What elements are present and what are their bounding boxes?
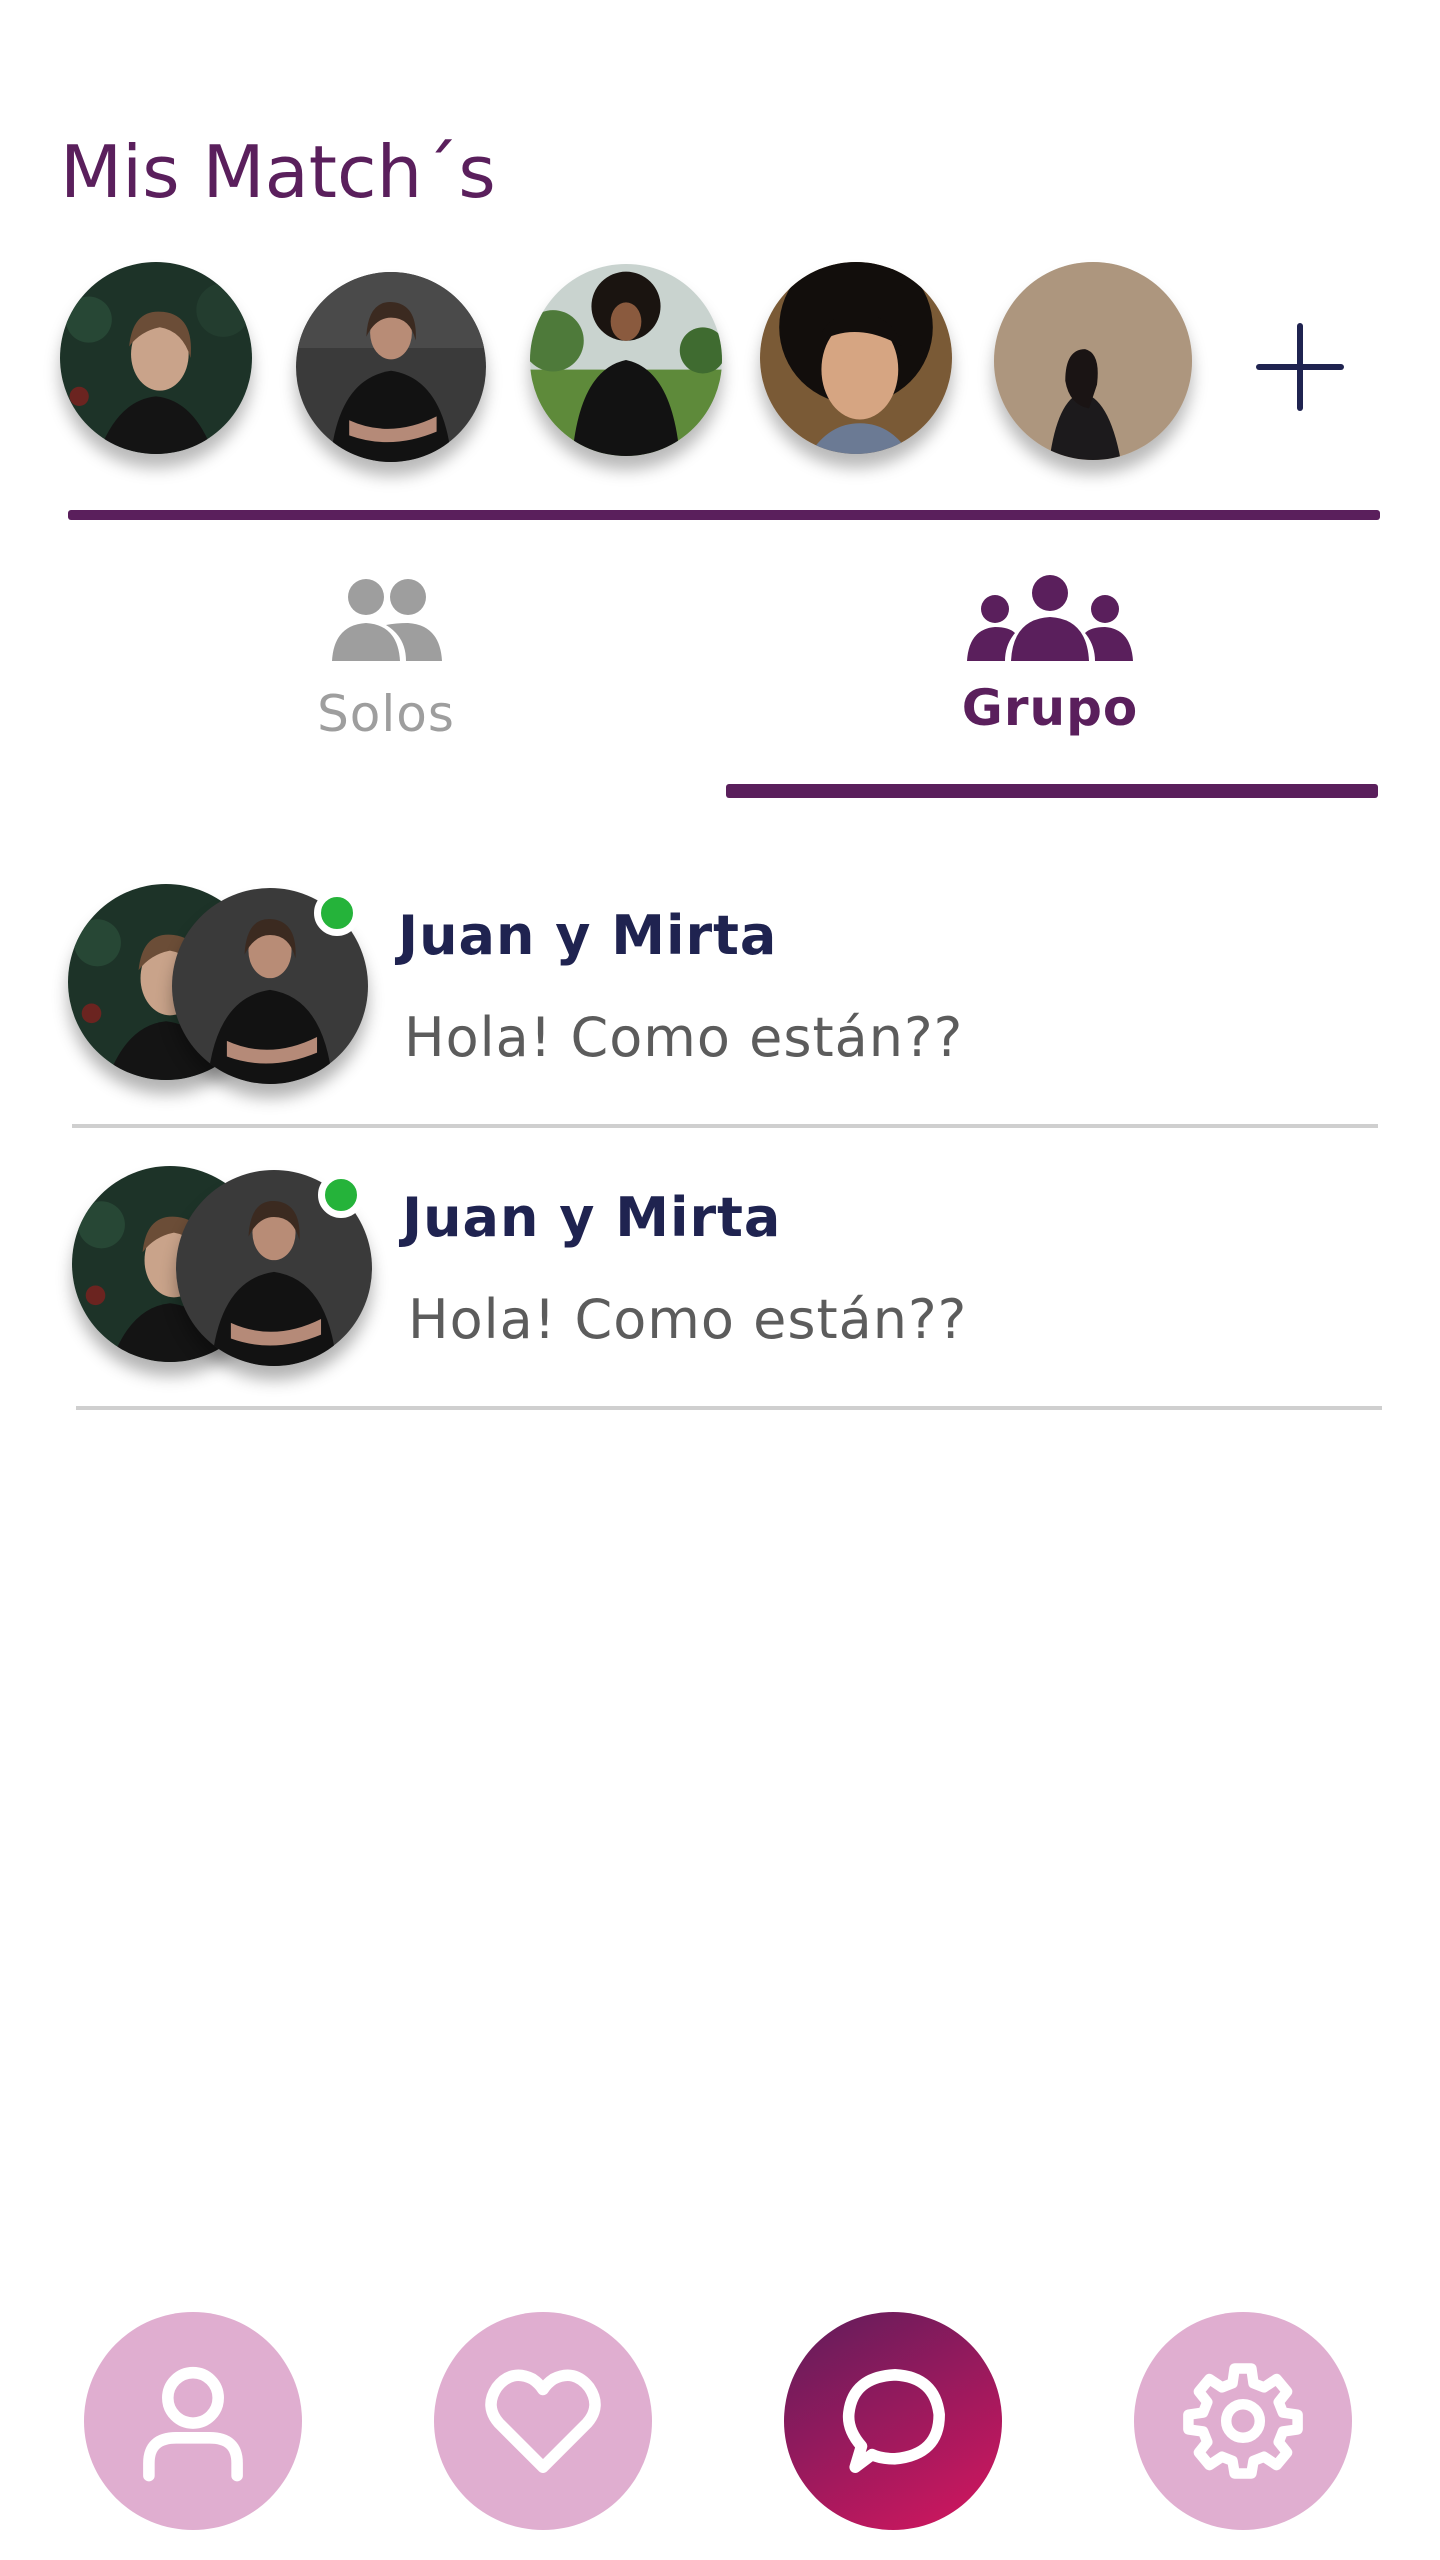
matches-divider (68, 510, 1380, 520)
tab-grupo-label: Grupo (961, 679, 1139, 737)
match-photo-1 (60, 262, 252, 454)
match-avatar-5[interactable] (994, 262, 1192, 460)
active-tab-indicator (726, 784, 1378, 798)
chat-name: Juan y Mirta (398, 904, 778, 967)
nav-profile-button[interactable] (84, 2312, 302, 2530)
matches-strip (0, 0, 1440, 520)
chat-avatar-pair (68, 884, 388, 1094)
two-people-icon (332, 579, 442, 661)
chat-last-message: Hola! Como están?? (404, 1006, 964, 1069)
match-avatar-4[interactable] (760, 262, 952, 454)
chat-row[interactable]: Juan y Mirta Hola! Como están?? (68, 884, 1380, 1128)
plus-icon (1256, 323, 1344, 411)
match-photo-2 (296, 272, 486, 462)
chat-bubble-icon (842, 2369, 945, 2473)
chat-last-message: Hola! Como están?? (408, 1288, 968, 1351)
tab-grupo[interactable]: Grupo (900, 575, 1200, 737)
nav-chat-button[interactable] (784, 2312, 1002, 2530)
nav-settings-button[interactable] (1134, 2312, 1352, 2530)
chat-divider (76, 1406, 1382, 1410)
tab-solos-label: Solos (317, 685, 455, 743)
add-match-button[interactable] (1255, 322, 1345, 412)
chat-row[interactable]: Juan y Mirta Hola! Como están?? (72, 1166, 1384, 1410)
user-icon (143, 2366, 243, 2482)
match-photo-5 (994, 262, 1192, 460)
match-avatar-2[interactable] (296, 272, 486, 462)
gear-icon (1183, 2363, 1303, 2479)
tab-solos[interactable]: Solos (236, 575, 536, 743)
group-icon (967, 575, 1133, 661)
online-status-dot (318, 1172, 364, 1218)
heart-icon (485, 2369, 601, 2473)
match-photo-4 (760, 262, 952, 454)
nav-likes-button[interactable] (434, 2312, 652, 2530)
chat-name: Juan y Mirta (402, 1186, 782, 1249)
chat-divider (72, 1124, 1378, 1128)
online-status-dot (314, 890, 360, 936)
match-photo-3 (530, 264, 722, 456)
match-avatar-1[interactable] (60, 262, 252, 454)
chat-avatar-pair (72, 1166, 392, 1376)
match-avatar-3[interactable] (530, 264, 722, 456)
